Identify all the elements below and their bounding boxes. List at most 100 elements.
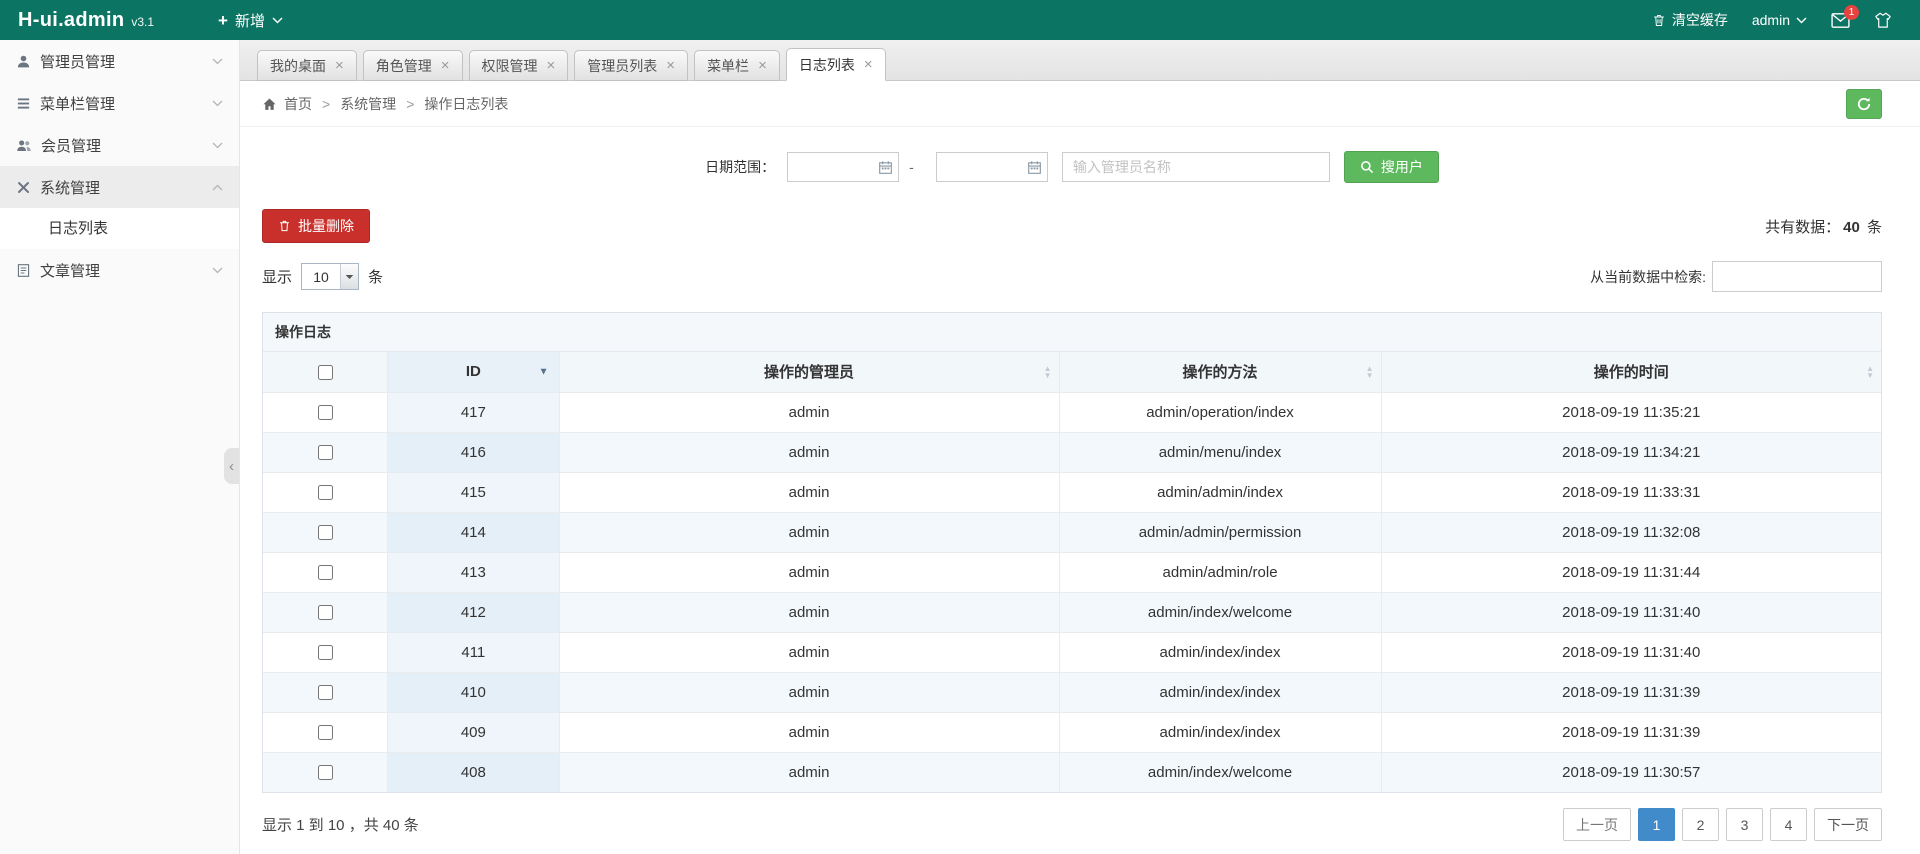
tab-permission-manage[interactable]: 权限管理 × [468, 50, 569, 81]
chevron-down-icon [1796, 17, 1807, 24]
cell-checkbox [263, 551, 389, 593]
cell-admin: admin [558, 471, 1060, 513]
cell-admin: admin [558, 391, 1060, 433]
table-row: 416 admin admin/menu/index 2018-09-19 11… [263, 431, 1881, 473]
table-filter-input[interactable] [1712, 261, 1882, 292]
username-label: admin [1751, 12, 1790, 28]
row-checkbox[interactable] [317, 605, 333, 621]
cell-method: admin/index/welcome [1058, 591, 1382, 633]
brand-logo[interactable]: H-ui.admin v3.1 [18, 9, 154, 32]
cell-checkbox [263, 471, 389, 513]
tab-log-list[interactable]: 日志列表 × [785, 48, 886, 81]
column-label: 操作的管理员 [764, 364, 855, 382]
column-header-id[interactable]: ID ▼ [387, 352, 560, 393]
total-count-value: 40 [1843, 218, 1860, 236]
tab-menu-bar[interactable]: 菜单栏 × [694, 50, 780, 81]
cell-checkbox [263, 431, 389, 473]
column-header-admin[interactable]: 操作的管理员 ▲ ▼ [558, 352, 1060, 393]
prev-page-button[interactable]: 上一页 [1563, 808, 1631, 841]
batch-delete-label: 批量删除 [298, 218, 354, 234]
add-new-button[interactable]: + 新增 [218, 10, 283, 31]
messages-button[interactable]: 1 [1831, 4, 1859, 28]
row-checkbox[interactable] [317, 405, 333, 421]
breadcrumb-system-manage[interactable]: 系统管理 [340, 94, 396, 114]
user-menu[interactable]: admin [1752, 12, 1807, 28]
cell-method: admin/index/index [1058, 711, 1382, 753]
chevron-down-icon [212, 142, 223, 149]
breadcrumb-current: 操作日志列表 [424, 95, 509, 112]
cell-time: 2018-09-19 11:31:40 [1380, 591, 1881, 633]
table-row: 415 admin admin/admin/index 2018-09-19 1… [263, 471, 1881, 513]
row-checkbox[interactable] [317, 645, 333, 661]
tab-bar: 我的桌面 × 角色管理 × 权限管理 × 管理员列表 × 菜单栏 × 日志列表 … [240, 40, 1920, 81]
sidebar-item-admin-manage[interactable]: 管理员管理 [0, 40, 239, 82]
header-right-group: 清空缓存 admin 1 [1652, 4, 1892, 30]
row-checkbox[interactable] [317, 485, 333, 501]
tab-my-desktop[interactable]: 我的桌面 × [257, 50, 357, 81]
chevron-down-icon [212, 100, 223, 107]
tab-admin-list[interactable]: 管理员列表 × [574, 50, 689, 81]
page-length-select[interactable]: 10 [301, 263, 360, 290]
page-button-1[interactable]: 1 [1638, 808, 1675, 841]
theme-skin-button[interactable] [1874, 12, 1892, 28]
batch-delete-button[interactable]: 批量删除 [262, 209, 370, 243]
cell-id: 415 [387, 471, 560, 513]
search-user-button[interactable]: 搜用户 [1343, 151, 1439, 183]
tab-close-icon[interactable]: × [335, 58, 344, 73]
tab-close-icon[interactable]: × [864, 57, 873, 72]
sidebar-item-article-manage[interactable]: 文章管理 [0, 249, 239, 291]
cell-checkbox [263, 751, 389, 792]
cell-id: 410 [387, 671, 560, 713]
row-checkbox[interactable] [317, 685, 333, 701]
date-to-field[interactable] [936, 153, 1023, 181]
row-checkbox[interactable] [317, 725, 333, 741]
breadcrumb-home[interactable]: 首页 [284, 94, 312, 114]
sidebar-collapse-handle[interactable]: ‹ [224, 448, 239, 484]
tab-close-icon[interactable]: × [666, 58, 675, 73]
total-count: 共有数据： 40 条 [1765, 216, 1882, 237]
next-page-button[interactable]: 下一页 [1814, 808, 1882, 841]
row-checkbox[interactable] [317, 445, 333, 461]
log-table-body: 417 admin admin/operation/index 2018-09-… [263, 391, 1881, 792]
date-from-input[interactable] [787, 152, 900, 182]
column-header-time[interactable]: 操作的时间 ▲ ▼ [1380, 352, 1881, 393]
select-all-checkbox[interactable] [317, 364, 333, 380]
clear-cache-button[interactable]: 清空缓存 [1652, 10, 1728, 30]
shirt-icon [1874, 12, 1892, 28]
calendar-icon[interactable] [878, 160, 893, 175]
sidebar-item-member-manage[interactable]: 会员管理 [0, 124, 239, 166]
row-checkbox[interactable] [317, 765, 333, 781]
tab-close-icon[interactable]: × [441, 58, 450, 73]
add-new-label: 新增 [234, 12, 265, 30]
cell-time: 2018-09-19 11:35:21 [1380, 391, 1881, 433]
column-label: 操作的方法 [1182, 364, 1258, 382]
row-checkbox[interactable] [317, 525, 333, 541]
refresh-button[interactable] [1846, 88, 1882, 119]
page-button-3[interactable]: 3 [1726, 808, 1763, 841]
cell-admin: admin [558, 711, 1060, 753]
date-to-input[interactable] [935, 152, 1048, 182]
date-range-label: 日期范围： [705, 159, 776, 175]
table-row: 409 admin admin/index/index 2018-09-19 1… [263, 711, 1881, 753]
admin-name-input[interactable] [1061, 152, 1330, 182]
sidebar-item-system-manage[interactable]: 系统管理 [0, 166, 239, 208]
date-from-field[interactable] [788, 153, 875, 181]
tab-close-icon[interactable]: × [758, 58, 767, 73]
tab-role-manage[interactable]: 角色管理 × [362, 50, 463, 81]
select-all-header [263, 352, 389, 393]
page-button-4[interactable]: 4 [1770, 808, 1807, 841]
sidebar-item-label: 会员管理 [41, 137, 102, 155]
tools-icon [16, 180, 31, 195]
calendar-icon[interactable] [1027, 160, 1042, 175]
breadcrumb-separator: > [322, 95, 331, 112]
sidebar-item-menu-manage[interactable]: 菜单栏管理 [0, 82, 239, 124]
tab-label: 我的桌面 [270, 57, 326, 74]
tab-label: 角色管理 [375, 57, 432, 74]
row-checkbox[interactable] [317, 565, 333, 581]
table-header-row: ID ▼ 操作的管理员 ▲ ▼ 操作的方法 ▲ ▼ 操作的时间 ▲ ▼ [263, 352, 1881, 393]
column-header-method[interactable]: 操作的方法 ▲ ▼ [1058, 352, 1382, 393]
filter-label: 从当前数据中检索: [1590, 268, 1706, 285]
tab-close-icon[interactable]: × [547, 58, 556, 73]
page-button-2[interactable]: 2 [1682, 808, 1719, 841]
sidebar-subitem-log-list[interactable]: 日志列表 [0, 208, 239, 249]
